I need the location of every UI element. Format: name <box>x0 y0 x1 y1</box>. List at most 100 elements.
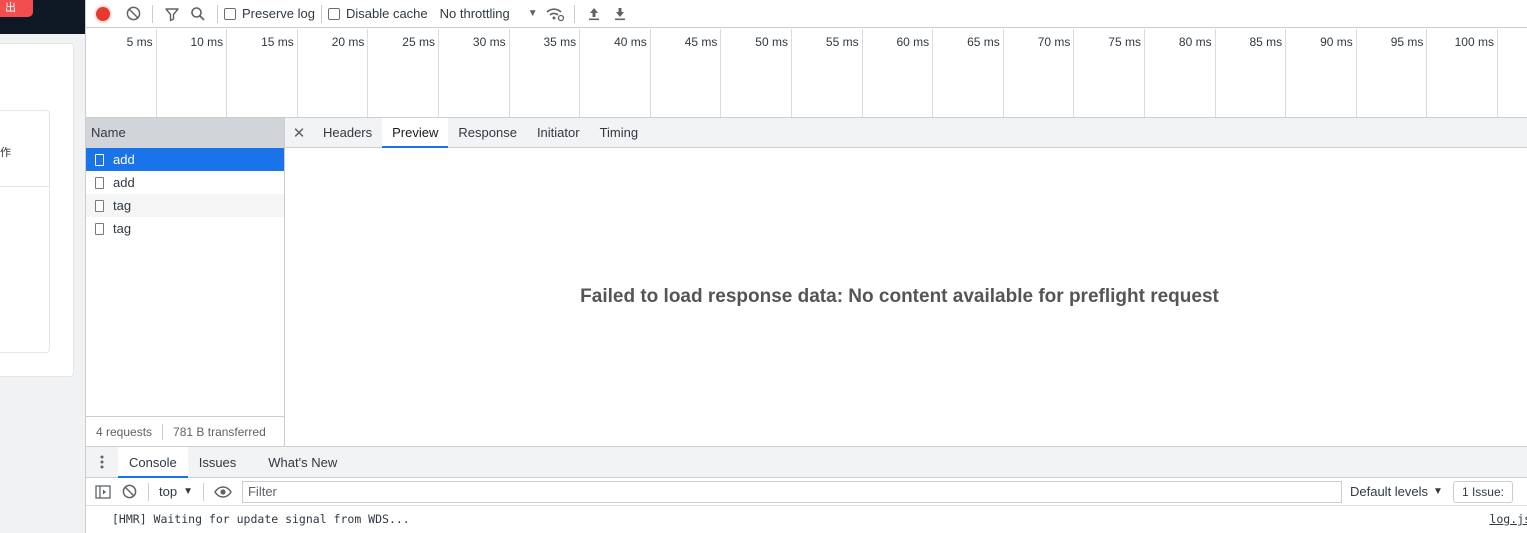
request-list: Name add add tag tag 4 requests 781 B trans… <box>86 118 285 446</box>
console-drawer: Console Issues What's New top ▼ Filter Def… <box>86 446 1527 533</box>
request-name: tag <box>113 198 132 213</box>
timeline-tick: 70 ms <box>1004 29 1075 117</box>
request-row[interactable]: add <box>86 171 284 194</box>
context-selector[interactable]: top ▼ <box>159 484 193 499</box>
timeline-tick: 55 ms <box>792 29 863 117</box>
filter-icon[interactable] <box>161 3 183 25</box>
request-row[interactable]: tag <box>86 194 284 217</box>
disable-cache-checkbox[interactable]: Disable cache <box>327 6 428 21</box>
detail-tab-bar: ✕ Headers Preview Response Initiator Timing <box>285 118 1527 148</box>
request-row[interactable]: add <box>86 148 284 171</box>
toolbar-divider <box>148 482 149 501</box>
import-har-icon[interactable] <box>583 3 605 25</box>
toolbar-divider <box>202 482 204 501</box>
timeline-tick: 25 ms <box>368 29 439 117</box>
document-icon <box>95 222 104 235</box>
timeline-tick-label: 75 ms <box>1108 35 1141 49</box>
timeline-tick: 100 ms <box>1427 29 1498 117</box>
search-icon[interactable] <box>187 3 209 25</box>
tab-headers[interactable]: Headers <box>313 118 382 147</box>
tab-initiator[interactable]: Initiator <box>527 118 590 147</box>
chevron-down-icon: ▼ <box>1433 486 1443 497</box>
document-icon <box>95 176 104 189</box>
eye-icon[interactable] <box>212 481 234 503</box>
timeline-tick-label: 85 ms <box>1249 35 1283 49</box>
timeline-tick: 10 ms <box>157 29 228 117</box>
timeline-tick: 90 ms <box>1286 29 1357 117</box>
clear-icon[interactable] <box>122 3 144 25</box>
timeline-tick-label: 20 ms <box>331 35 365 49</box>
timeline-tick-label: 95 ms <box>1390 35 1424 49</box>
page-action-button[interactable]: 出 <box>0 0 33 17</box>
console-message-text: [HMR] Waiting for update signal from WDS… <box>112 512 410 526</box>
preview-empty-message: Failed to load response data: No content… <box>580 286 1219 307</box>
timeline-tick: 60 ms <box>863 29 934 117</box>
throttling-select[interactable]: No throttling ▼ <box>440 6 538 21</box>
sidebar-toggle-icon[interactable] <box>92 481 114 503</box>
timeline-tick-label: 70 ms <box>1037 35 1071 49</box>
timeline-tick-label: 15 ms <box>261 35 294 49</box>
timeline-tick-label: 5 ms <box>126 35 153 49</box>
console-filter-input[interactable]: Filter <box>241 480 1342 503</box>
record-button[interactable] <box>96 6 110 21</box>
network-toolbar: Preserve log Disable cache No throttling… <box>86 0 1527 28</box>
timeline-tick: 30 ms <box>439 29 510 117</box>
issues-counter-button[interactable]: 1 Issue: <box>1452 480 1513 503</box>
timeline-tick: 80 ms <box>1145 29 1216 117</box>
timeline-tick-label: 45 ms <box>684 35 718 49</box>
drawer-tab-what-s-new[interactable]: What's New <box>257 447 348 477</box>
issues-label: 1 Issue: <box>1461 484 1504 499</box>
request-name: add <box>113 152 135 167</box>
timeline-tick-label: 25 ms <box>402 35 435 49</box>
request-details: ✕ Headers Preview Response Initiator Timing … <box>285 118 1527 446</box>
timeline-tick-label: 40 ms <box>614 35 647 49</box>
request-rows: add add tag tag <box>86 148 284 240</box>
checkbox-box[interactable] <box>327 7 340 20</box>
drawer-tab-console[interactable]: Console <box>118 447 188 478</box>
network-summary-bar: 4 requests 781 B transferred <box>86 416 284 446</box>
checkbox-box[interactable] <box>224 7 236 20</box>
timeline-tick: 15 ms <box>227 29 298 117</box>
log-levels-select[interactable]: Default levels ▼ <box>1350 484 1443 499</box>
timeline-tick: 85 ms <box>1216 29 1287 117</box>
timeline-tick: 5 ms <box>86 29 157 117</box>
export-har-icon[interactable] <box>609 3 631 25</box>
tab-timing[interactable]: Timing <box>590 118 649 147</box>
timeline-tick: 50 ms <box>721 29 792 117</box>
page-inner-card: 作 <box>0 110 50 353</box>
close-icon[interactable]: ✕ <box>285 118 313 147</box>
request-row[interactable]: tag <box>86 217 284 240</box>
toolbar-divider <box>320 4 322 23</box>
chevron-down-icon: ▼ <box>527 8 538 19</box>
page-divider <box>0 186 49 187</box>
timeline-tick: 20 ms <box>298 29 369 117</box>
console-message-source-link[interactable]: log.js <box>1489 512 1527 526</box>
timeline-tick: 35 ms <box>510 29 581 117</box>
drawer-tab-bar: Console Issues What's New <box>86 447 1527 478</box>
tab-preview[interactable]: Preview <box>382 118 449 148</box>
timeline-overview[interactable]: 5 ms 10 ms 15 ms 20 ms 25 ms 30 ms 35 ms 40 ms 4… <box>86 29 1527 118</box>
timeline-tick-label: 35 ms <box>543 35 577 49</box>
preserve-log-checkbox[interactable]: Preserve log <box>224 6 315 21</box>
timeline-tick-label: 50 ms <box>755 35 788 49</box>
log-levels-label: Default levels <box>1349 484 1429 499</box>
transferred-size: 781 B transferred <box>173 424 266 439</box>
console-toolbar: top ▼ Filter Default levels ▼ 1 Issue: <box>86 478 1527 506</box>
tab-response[interactable]: Response <box>448 118 527 147</box>
filter-placeholder: Filter <box>247 484 277 499</box>
request-count: 4 requests <box>96 424 153 439</box>
timeline-tick-label: 10 ms <box>190 35 224 49</box>
timeline-tick: 65 ms <box>933 29 1004 117</box>
console-message: [HMR] Waiting for update signal from WDS… <box>86 506 1527 532</box>
name-column-header[interactable]: Name <box>86 118 284 148</box>
timeline-tick-label: 100 ms <box>1454 35 1494 49</box>
page-background: 出 作 <box>0 0 85 533</box>
context-label: top <box>159 484 178 499</box>
clear-console-icon[interactable] <box>118 481 140 503</box>
toolbar-divider <box>152 4 153 23</box>
network-conditions-icon[interactable] <box>544 3 566 25</box>
more-options-icon[interactable] <box>86 447 118 477</box>
timeline-tick-label: 65 ms <box>967 35 1000 49</box>
drawer-tab-issues[interactable]: Issues <box>188 447 248 477</box>
disable-cache-label: Disable cache <box>345 6 428 21</box>
